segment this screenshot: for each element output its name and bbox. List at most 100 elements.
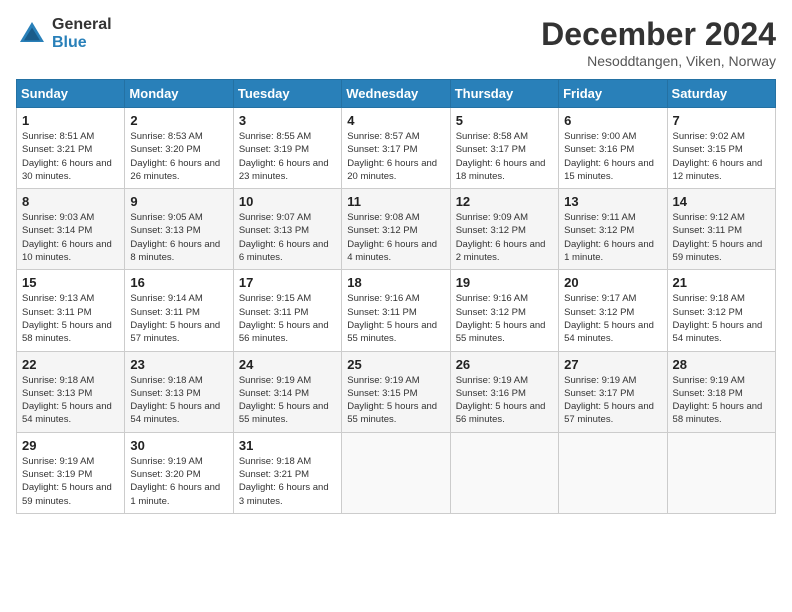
day-number: 2 [130,113,227,128]
day-cell: 7 Sunrise: 9:02 AM Sunset: 3:15 PM Dayli… [667,108,775,189]
day-cell: 10 Sunrise: 9:07 AM Sunset: 3:13 PM Dayl… [233,189,341,270]
day-number: 12 [456,194,553,209]
title-area: December 2024 Nesoddtangen, Viken, Norwa… [541,16,776,69]
day-number: 26 [456,357,553,372]
calendar-title: December 2024 [541,16,776,53]
day-cell [450,432,558,513]
day-detail: Sunrise: 9:19 AM Sunset: 3:15 PM Dayligh… [347,374,444,427]
day-cell: 22 Sunrise: 9:18 AM Sunset: 3:13 PM Dayl… [17,351,125,432]
day-detail: Sunrise: 9:00 AM Sunset: 3:16 PM Dayligh… [564,130,661,183]
day-detail: Sunrise: 9:19 AM Sunset: 3:20 PM Dayligh… [130,455,227,508]
day-number: 23 [130,357,227,372]
day-cell: 11 Sunrise: 9:08 AM Sunset: 3:12 PM Dayl… [342,189,450,270]
day-cell [667,432,775,513]
week-row-4: 22 Sunrise: 9:18 AM Sunset: 3:13 PM Dayl… [17,351,776,432]
day-detail: Sunrise: 8:53 AM Sunset: 3:20 PM Dayligh… [130,130,227,183]
day-number: 11 [347,194,444,209]
day-detail: Sunrise: 8:51 AM Sunset: 3:21 PM Dayligh… [22,130,119,183]
weekday-header-sunday: Sunday [17,80,125,108]
day-number: 21 [673,275,770,290]
day-cell: 27 Sunrise: 9:19 AM Sunset: 3:17 PM Dayl… [559,351,667,432]
logo-icon [16,18,48,50]
day-cell: 18 Sunrise: 9:16 AM Sunset: 3:11 PM Dayl… [342,270,450,351]
day-detail: Sunrise: 9:19 AM Sunset: 3:18 PM Dayligh… [673,374,770,427]
day-number: 31 [239,438,336,453]
day-detail: Sunrise: 9:15 AM Sunset: 3:11 PM Dayligh… [239,292,336,345]
day-cell: 15 Sunrise: 9:13 AM Sunset: 3:11 PM Dayl… [17,270,125,351]
day-detail: Sunrise: 8:55 AM Sunset: 3:19 PM Dayligh… [239,130,336,183]
day-cell: 6 Sunrise: 9:00 AM Sunset: 3:16 PM Dayli… [559,108,667,189]
day-detail: Sunrise: 9:12 AM Sunset: 3:11 PM Dayligh… [673,211,770,264]
day-detail: Sunrise: 9:18 AM Sunset: 3:21 PM Dayligh… [239,455,336,508]
week-row-1: 1 Sunrise: 8:51 AM Sunset: 3:21 PM Dayli… [17,108,776,189]
day-detail: Sunrise: 9:14 AM Sunset: 3:11 PM Dayligh… [130,292,227,345]
day-cell: 24 Sunrise: 9:19 AM Sunset: 3:14 PM Dayl… [233,351,341,432]
weekday-header-tuesday: Tuesday [233,80,341,108]
calendar-subtitle: Nesoddtangen, Viken, Norway [541,53,776,69]
week-row-3: 15 Sunrise: 9:13 AM Sunset: 3:11 PM Dayl… [17,270,776,351]
page-header: General Blue December 2024 Nesoddtangen,… [16,16,776,69]
day-cell: 13 Sunrise: 9:11 AM Sunset: 3:12 PM Dayl… [559,189,667,270]
day-detail: Sunrise: 9:05 AM Sunset: 3:13 PM Dayligh… [130,211,227,264]
day-number: 24 [239,357,336,372]
day-number: 15 [22,275,119,290]
day-cell: 28 Sunrise: 9:19 AM Sunset: 3:18 PM Dayl… [667,351,775,432]
day-cell: 30 Sunrise: 9:19 AM Sunset: 3:20 PM Dayl… [125,432,233,513]
day-cell: 21 Sunrise: 9:18 AM Sunset: 3:12 PM Dayl… [667,270,775,351]
logo-general-text: General [52,16,112,34]
day-cell: 1 Sunrise: 8:51 AM Sunset: 3:21 PM Dayli… [17,108,125,189]
day-number: 4 [347,113,444,128]
day-detail: Sunrise: 9:03 AM Sunset: 3:14 PM Dayligh… [22,211,119,264]
week-row-5: 29 Sunrise: 9:19 AM Sunset: 3:19 PM Dayl… [17,432,776,513]
day-number: 18 [347,275,444,290]
day-detail: Sunrise: 9:18 AM Sunset: 3:12 PM Dayligh… [673,292,770,345]
day-detail: Sunrise: 9:13 AM Sunset: 3:11 PM Dayligh… [22,292,119,345]
day-number: 9 [130,194,227,209]
weekday-header-thursday: Thursday [450,80,558,108]
day-cell: 8 Sunrise: 9:03 AM Sunset: 3:14 PM Dayli… [17,189,125,270]
day-cell: 3 Sunrise: 8:55 AM Sunset: 3:19 PM Dayli… [233,108,341,189]
day-number: 5 [456,113,553,128]
day-detail: Sunrise: 9:08 AM Sunset: 3:12 PM Dayligh… [347,211,444,264]
day-detail: Sunrise: 9:16 AM Sunset: 3:12 PM Dayligh… [456,292,553,345]
day-detail: Sunrise: 9:07 AM Sunset: 3:13 PM Dayligh… [239,211,336,264]
logo-blue-text: Blue [52,34,112,52]
day-cell: 25 Sunrise: 9:19 AM Sunset: 3:15 PM Dayl… [342,351,450,432]
day-cell: 26 Sunrise: 9:19 AM Sunset: 3:16 PM Dayl… [450,351,558,432]
day-cell: 14 Sunrise: 9:12 AM Sunset: 3:11 PM Dayl… [667,189,775,270]
day-number: 10 [239,194,336,209]
day-detail: Sunrise: 9:09 AM Sunset: 3:12 PM Dayligh… [456,211,553,264]
calendar-table: SundayMondayTuesdayWednesdayThursdayFrid… [16,79,776,514]
day-number: 19 [456,275,553,290]
day-cell: 31 Sunrise: 9:18 AM Sunset: 3:21 PM Dayl… [233,432,341,513]
day-cell: 19 Sunrise: 9:16 AM Sunset: 3:12 PM Dayl… [450,270,558,351]
day-cell: 5 Sunrise: 8:58 AM Sunset: 3:17 PM Dayli… [450,108,558,189]
day-detail: Sunrise: 9:19 AM Sunset: 3:14 PM Dayligh… [239,374,336,427]
week-row-2: 8 Sunrise: 9:03 AM Sunset: 3:14 PM Dayli… [17,189,776,270]
weekday-header-saturday: Saturday [667,80,775,108]
day-detail: Sunrise: 8:58 AM Sunset: 3:17 PM Dayligh… [456,130,553,183]
day-number: 16 [130,275,227,290]
day-number: 7 [673,113,770,128]
weekday-header-wednesday: Wednesday [342,80,450,108]
day-cell: 9 Sunrise: 9:05 AM Sunset: 3:13 PM Dayli… [125,189,233,270]
day-cell: 29 Sunrise: 9:19 AM Sunset: 3:19 PM Dayl… [17,432,125,513]
day-detail: Sunrise: 9:02 AM Sunset: 3:15 PM Dayligh… [673,130,770,183]
day-detail: Sunrise: 9:16 AM Sunset: 3:11 PM Dayligh… [347,292,444,345]
weekday-header-monday: Monday [125,80,233,108]
day-cell: 20 Sunrise: 9:17 AM Sunset: 3:12 PM Dayl… [559,270,667,351]
day-cell: 23 Sunrise: 9:18 AM Sunset: 3:13 PM Dayl… [125,351,233,432]
weekday-header-friday: Friday [559,80,667,108]
day-detail: Sunrise: 9:19 AM Sunset: 3:17 PM Dayligh… [564,374,661,427]
day-detail: Sunrise: 9:17 AM Sunset: 3:12 PM Dayligh… [564,292,661,345]
day-number: 25 [347,357,444,372]
day-number: 1 [22,113,119,128]
day-cell: 12 Sunrise: 9:09 AM Sunset: 3:12 PM Dayl… [450,189,558,270]
day-detail: Sunrise: 9:19 AM Sunset: 3:19 PM Dayligh… [22,455,119,508]
day-cell: 4 Sunrise: 8:57 AM Sunset: 3:17 PM Dayli… [342,108,450,189]
day-number: 13 [564,194,661,209]
day-number: 8 [22,194,119,209]
day-detail: Sunrise: 9:19 AM Sunset: 3:16 PM Dayligh… [456,374,553,427]
day-detail: Sunrise: 9:18 AM Sunset: 3:13 PM Dayligh… [130,374,227,427]
weekday-header-row: SundayMondayTuesdayWednesdayThursdayFrid… [17,80,776,108]
